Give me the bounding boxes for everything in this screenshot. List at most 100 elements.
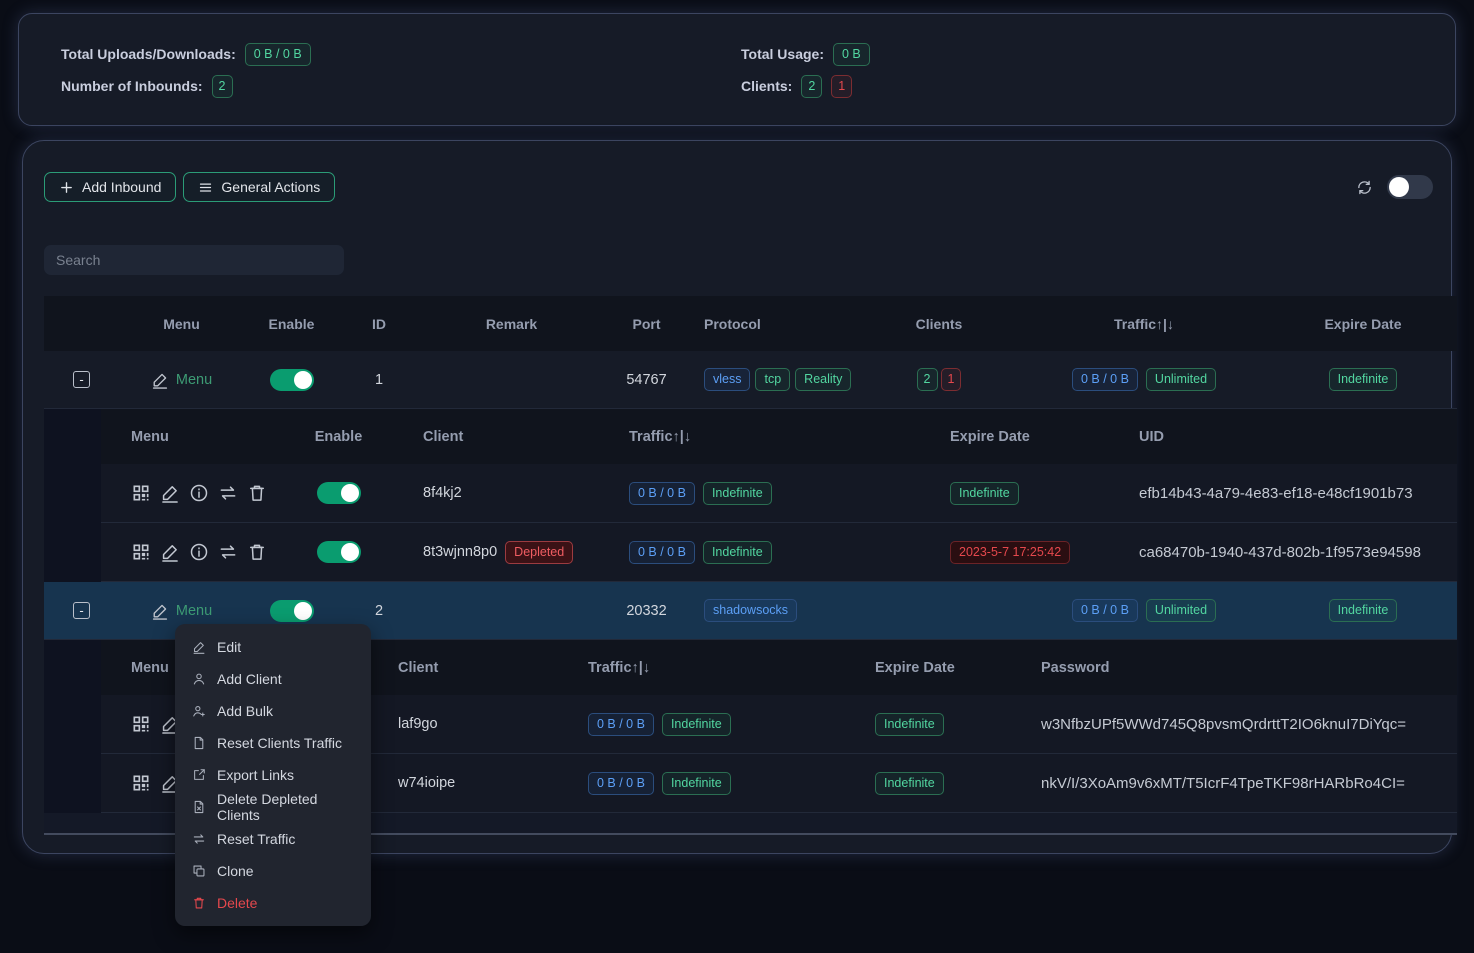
toolbar: Add Inbound General Actions — [44, 172, 1433, 202]
col-port: Port — [604, 296, 689, 351]
client-password: w3NfbzUPf5WWd745Q8pvsmQrdrttT2IO6knuI7Di… — [1041, 716, 1406, 733]
menu-item-label: Add Bulk — [217, 703, 273, 719]
inbound-2-id: 2 — [375, 603, 383, 619]
client-expire: Indefinite — [950, 482, 1019, 505]
client-enable-toggle[interactable] — [317, 541, 361, 563]
menu-item-add-client[interactable]: Add Client — [175, 663, 371, 695]
menu-item-export-links[interactable]: Export Links — [175, 759, 371, 791]
menu-item-label: Delete — [217, 895, 257, 911]
reset-traffic-icon — [192, 832, 206, 846]
menu-item-add-bulk[interactable]: Add Bulk — [175, 695, 371, 727]
client-expire: Indefinite — [875, 772, 944, 795]
col-traffic[interactable]: Traffic↑|↓ — [626, 409, 946, 464]
stat-total-uploads-downloads: Total Uploads/Downloads: 0 B / 0 B — [61, 43, 719, 66]
inbound-row-1: - Menu 1 54767 vless tcp Reality 2 1 0 B… — [44, 351, 1457, 409]
col-expire: Expire Date — [1269, 296, 1457, 351]
stat-clients: Clients: 2 1 — [719, 75, 1455, 98]
inbound-2-expire: Indefinite — [1329, 599, 1398, 622]
col-client: Client — [376, 640, 581, 695]
menu-item-reset-traffic[interactable]: Reset Traffic — [175, 823, 371, 855]
client-actions — [101, 464, 301, 522]
toggle-knob — [1389, 177, 1409, 197]
edit-client-icon[interactable] — [160, 542, 180, 562]
col-protocol: Protocol — [689, 296, 859, 351]
total-uploads-downloads-value: 0 B / 0 B — [245, 43, 311, 66]
add-inbound-button[interactable]: Add Inbound — [44, 172, 176, 202]
clone-icon — [192, 864, 206, 878]
protocol-tag-reality: Reality — [795, 368, 851, 391]
client-info-icon[interactable] — [189, 542, 209, 562]
delete-client-icon[interactable] — [247, 542, 267, 562]
clients-table-1-header: Menu Enable Client Traffic↑|↓ Expire Dat… — [101, 409, 1457, 464]
client-uid: ca68470b-1940-437d-802b-1f9573e94598 — [1139, 544, 1421, 561]
inbound-2-traffic: 0 B / 0 B — [1072, 599, 1138, 622]
add-bulk-icon — [192, 704, 206, 718]
menu-item-delete-depleted-clients[interactable]: Delete Depleted Clients — [175, 791, 371, 823]
client-expire: 2023-5-7 17:25:42 — [950, 541, 1070, 564]
refresh-icon[interactable] — [1356, 179, 1373, 196]
col-uid: UID — [1136, 409, 1457, 464]
col-traffic[interactable]: Traffic↑|↓ — [1019, 296, 1269, 351]
toolbar-right — [1356, 175, 1433, 199]
stats-panel: Total Uploads/Downloads: 0 B / 0 B Total… — [18, 13, 1456, 126]
col-id: ID — [339, 296, 419, 351]
collapse-row-1-button[interactable]: - — [73, 371, 90, 388]
col-password: Password — [1036, 640, 1457, 695]
inbound-2-traffic-limit: Unlimited — [1146, 599, 1216, 622]
inbound-1-enable-toggle[interactable] — [270, 369, 314, 391]
menu-item-delete[interactable]: Delete — [175, 887, 371, 919]
inbound-2-port: 20332 — [626, 603, 666, 619]
delete-depleted-icon — [192, 800, 206, 814]
clients-active-count: 2 — [801, 75, 822, 98]
inbound-1-port: 54767 — [626, 372, 666, 388]
edit-client-icon[interactable] — [160, 483, 180, 503]
general-actions-button[interactable]: General Actions — [183, 172, 335, 202]
inbound-1-clients-section: Menu Enable Client Traffic↑|↓ Expire Dat… — [44, 409, 1457, 582]
menu-item-label: Reset Clients Traffic — [217, 735, 342, 751]
qr-code-icon[interactable] — [131, 714, 151, 734]
collapse-row-2-button[interactable]: - — [73, 602, 90, 619]
inbound-1-id: 1 — [375, 372, 383, 388]
qr-code-icon[interactable] — [131, 773, 151, 793]
clients-label: Clients: — [741, 78, 792, 94]
reset-client-traffic-icon[interactable] — [218, 483, 238, 503]
toggle-knob — [294, 602, 312, 620]
qr-code-icon[interactable] — [131, 483, 151, 503]
client-enable-toggle[interactable] — [317, 482, 361, 504]
inbound-1-expire: Indefinite — [1329, 368, 1398, 391]
col-traffic[interactable]: Traffic↑|↓ — [581, 640, 871, 695]
col-expire: Expire Date — [946, 409, 1136, 464]
row-2-menu-button[interactable]: Menu — [151, 602, 212, 620]
row-menu-label: Menu — [176, 603, 212, 619]
client-name: 8t3wjnn8p0 — [423, 544, 497, 560]
col-remark: Remark — [419, 296, 604, 351]
col-enable: Enable — [301, 409, 376, 464]
number-of-inbounds-label: Number of Inbounds: — [61, 78, 203, 94]
client-info-icon[interactable] — [189, 483, 209, 503]
reset-client-traffic-icon[interactable] — [218, 542, 238, 562]
menu-item-label: Edit — [217, 639, 241, 655]
search-input[interactable] — [44, 245, 344, 275]
inbound-1-clients-active: 2 — [917, 368, 938, 391]
stat-total-usage: Total Usage: 0 B — [719, 43, 1455, 66]
menu-item-reset-clients-traffic[interactable]: Reset Clients Traffic — [175, 727, 371, 759]
col-client: Client — [376, 409, 626, 464]
delete-client-icon[interactable] — [247, 483, 267, 503]
general-actions-label: General Actions — [221, 179, 320, 195]
client-traffic: 0 B / 0 B — [588, 772, 654, 795]
row-1-menu-button[interactable]: Menu — [151, 371, 212, 389]
client-name: 8f4kj2 — [423, 485, 462, 501]
edit-icon — [151, 602, 169, 620]
inbound-2-enable-toggle[interactable] — [270, 600, 314, 622]
theme-toggle[interactable] — [1387, 175, 1433, 199]
menu-item-label: Export Links — [217, 767, 294, 783]
client-traffic-limit: Indefinite — [662, 772, 731, 795]
reset-clients-traffic-icon — [192, 736, 206, 750]
total-usage-value: 0 B — [833, 43, 870, 66]
inbound-1-clients-depleted: 1 — [941, 368, 962, 391]
qr-code-icon[interactable] — [131, 542, 151, 562]
row-menu-label: Menu — [176, 372, 212, 388]
menu-item-edit[interactable]: Edit — [175, 631, 371, 663]
menu-item-clone[interactable]: Clone — [175, 855, 371, 887]
client-traffic-limit: Indefinite — [662, 713, 731, 736]
